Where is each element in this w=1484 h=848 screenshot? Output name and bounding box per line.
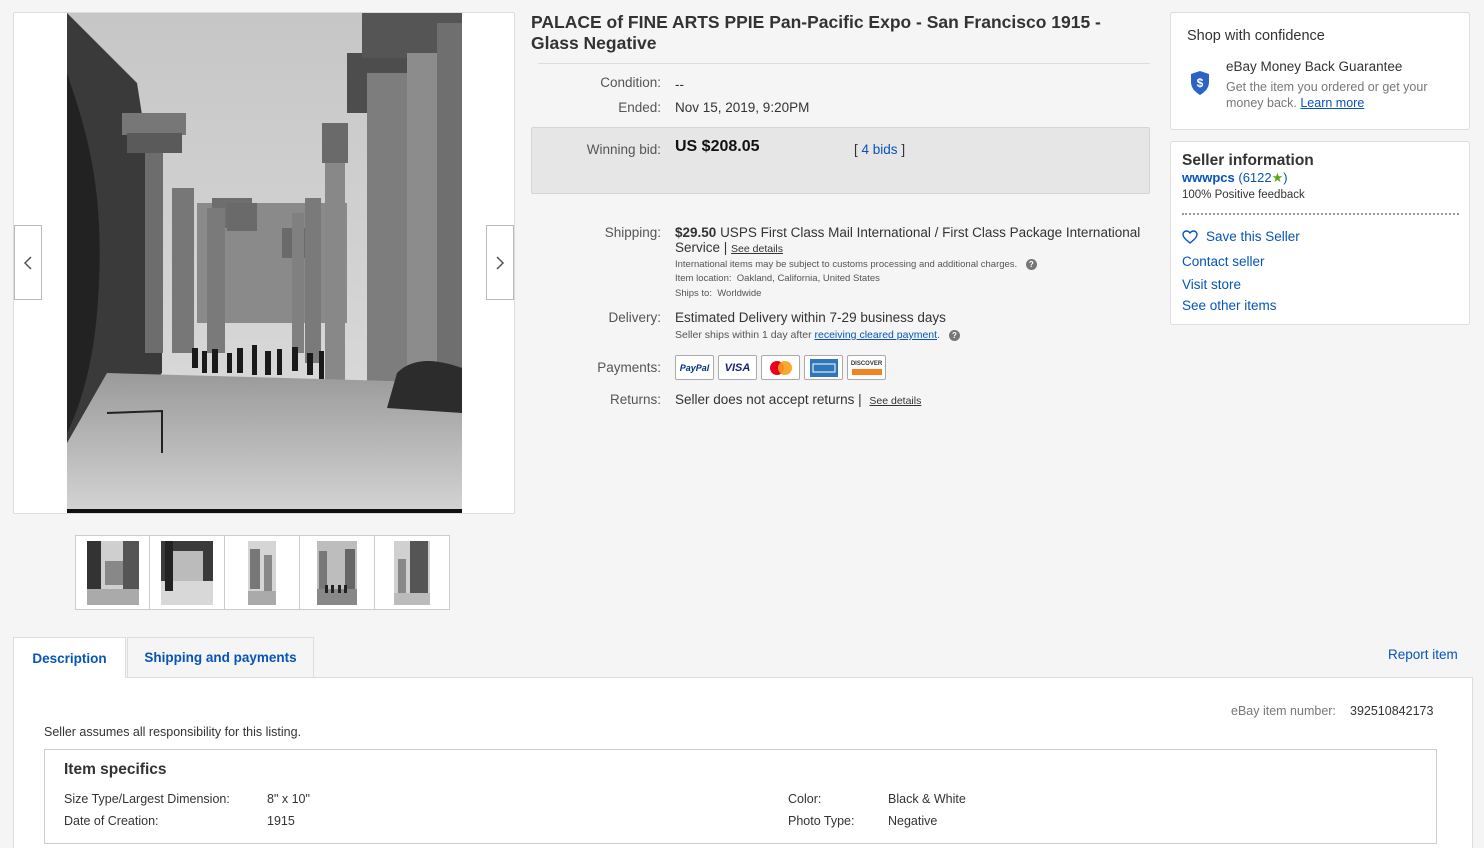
- delivery-note: Seller ships within 1 day after receivin…: [675, 329, 960, 341]
- paypal-icon: PayPal: [675, 355, 714, 380]
- see-other-items-link[interactable]: See other items: [1182, 298, 1277, 313]
- seller-identity: wwwpcs (6122★): [1182, 170, 1288, 186]
- shipping-label: Shipping:: [604, 225, 661, 240]
- item-number-value: 392510842173: [1350, 704, 1434, 718]
- condition-value: --: [675, 77, 684, 92]
- spec-label: Photo Type:: [788, 814, 855, 828]
- thumbnail-5[interactable]: [375, 535, 450, 610]
- spec-label: Size Type/Largest Dimension:: [64, 792, 230, 806]
- ships-to-label: Ships to:: [675, 288, 712, 299]
- spec-value: Black & White: [888, 792, 966, 806]
- seller-username-link[interactable]: wwwpcs: [1182, 170, 1235, 185]
- title-divider: [538, 63, 1150, 64]
- thumbnail-4[interactable]: [300, 535, 375, 610]
- ships-to-value: Worldwide: [717, 288, 762, 299]
- tab-description[interactable]: Description: [13, 637, 126, 678]
- item-location-value: Oakland, California, United States: [736, 273, 880, 284]
- ships-to: Ships to: Worldwide: [675, 288, 761, 299]
- save-seller-label: Save this Seller: [1206, 229, 1300, 244]
- listing-title: PALACE of FINE ARTS PPIE Pan-Pacific Exp…: [531, 12, 1101, 53]
- delivery-note-suffix: .: [937, 329, 940, 341]
- shipping-cost: $29.50: [675, 225, 717, 240]
- svg-text:$: $: [1197, 76, 1204, 90]
- shop-with-confidence-panel: Shop with confidence $ eBay Money Back G…: [1170, 12, 1470, 130]
- spec-label: Date of Creation:: [64, 814, 159, 828]
- mastercard-icon: [761, 355, 800, 380]
- guarantee-text: Get the item you ordered or get your mon…: [1226, 79, 1461, 111]
- previous-image-button[interactable]: [14, 225, 42, 300]
- amex-icon: [804, 355, 843, 380]
- help-icon[interactable]: ?: [1025, 259, 1037, 270]
- shipping-note-text: International items may be subject to cu…: [675, 259, 1018, 271]
- delivery-value: Estimated Delivery within 7-29 business …: [675, 310, 946, 325]
- guarantee-title: eBay Money Back Guarantee: [1226, 59, 1403, 74]
- thumbnail-strip: [75, 535, 450, 610]
- positive-feedback: 100% Positive feedback: [1182, 189, 1305, 201]
- guarantee-text-line2: money back.: [1226, 96, 1297, 110]
- spec-label: Color:: [788, 792, 822, 806]
- spec-value: 1915: [267, 814, 295, 828]
- thumbnail-1[interactable]: [75, 535, 150, 610]
- thumbnail-2[interactable]: [150, 535, 225, 610]
- shipping-see-details-link[interactable]: See details: [731, 243, 783, 255]
- chevron-left-icon: [23, 255, 32, 270]
- winning-bid-box: [531, 127, 1150, 194]
- image-viewer: [13, 12, 515, 514]
- seller-heading: Seller information: [1182, 152, 1314, 169]
- returns-label: Returns:: [609, 392, 661, 407]
- contact-seller-link[interactable]: Contact seller: [1182, 254, 1265, 269]
- returns-info: Seller does not accept returns | See det…: [675, 392, 921, 407]
- main-photo[interactable]: [67, 13, 462, 513]
- visit-store-link[interactable]: Visit store: [1182, 277, 1241, 292]
- returns-value: Seller does not accept returns |: [675, 392, 862, 407]
- spec-value: Negative: [888, 814, 938, 828]
- item-number-label: eBay item number:: [1231, 704, 1336, 718]
- payments-label: Payments:: [597, 360, 661, 375]
- shipping-service: USPS First Class Mail International / Fi…: [720, 225, 1141, 240]
- bids-link[interactable]: 4 bids: [862, 142, 898, 157]
- item-specifics-box: Item specifics Size Type/Largest Dimensi…: [44, 749, 1437, 844]
- confidence-heading: Shop with confidence: [1187, 28, 1325, 44]
- ended-value: Nov 15, 2019, 9:20PM: [675, 100, 810, 115]
- winning-bid-value: US $208.05: [675, 138, 760, 155]
- bracket-close: ]: [901, 142, 906, 157]
- feedback-score: (6122: [1238, 170, 1272, 185]
- report-item-link[interactable]: Report item: [1388, 647, 1458, 662]
- guarantee-text-line1: Get the item you ordered or get your: [1226, 80, 1428, 94]
- tab-shipping-and-payments[interactable]: Shipping and payments: [127, 637, 314, 677]
- visa-icon: VISA: [718, 355, 757, 380]
- learn-more-link[interactable]: Learn more: [1300, 96, 1364, 110]
- feedback-score-close: ): [1283, 170, 1288, 185]
- responsibility-note: Seller assumes all responsibility for th…: [44, 725, 302, 739]
- shipping-info: $29.50 USPS First Class Mail Internation…: [675, 225, 1145, 257]
- item-location: Item location: Oakland, California, Unit…: [675, 273, 880, 284]
- seller-information-panel: Seller information wwwpcs (6122★) 100% P…: [1170, 141, 1470, 325]
- feedback-score-link[interactable]: (6122★): [1238, 170, 1287, 185]
- save-seller-button[interactable]: Save this Seller: [1182, 229, 1300, 244]
- help-icon[interactable]: ?: [948, 329, 960, 341]
- chevron-right-icon: [496, 255, 505, 270]
- next-image-button[interactable]: [486, 225, 514, 300]
- winning-bid-label: Winning bid:: [586, 142, 661, 157]
- delivery-label: Delivery:: [608, 310, 661, 325]
- heart-icon: [1182, 229, 1198, 244]
- bids-count: [ 4 bids ]: [854, 142, 905, 157]
- item-specifics-heading: Item specifics: [64, 761, 167, 778]
- bracket-open: [: [854, 142, 858, 157]
- payment-methods: PayPal VISA DISCOVER: [675, 355, 886, 380]
- thumbnail-3[interactable]: [225, 535, 300, 610]
- spec-value: 8" x 10": [267, 792, 310, 806]
- shipping-note: International items may be subject to cu…: [675, 259, 1037, 270]
- star-icon: ★: [1271, 170, 1284, 185]
- returns-see-details-link[interactable]: See details: [869, 395, 921, 407]
- delivery-note-text: Seller ships within 1 day after: [675, 329, 812, 341]
- condition-label: Condition:: [600, 75, 661, 90]
- shield-icon: $: [1191, 71, 1209, 95]
- discover-icon: DISCOVER: [847, 355, 886, 380]
- cleared-payment-link[interactable]: receiving cleared payment: [815, 329, 938, 341]
- seller-divider: [1182, 213, 1459, 215]
- ended-label: Ended:: [618, 100, 661, 115]
- item-location-label: Item location:: [675, 273, 732, 284]
- shipping-service-cont: Service |: [675, 240, 728, 255]
